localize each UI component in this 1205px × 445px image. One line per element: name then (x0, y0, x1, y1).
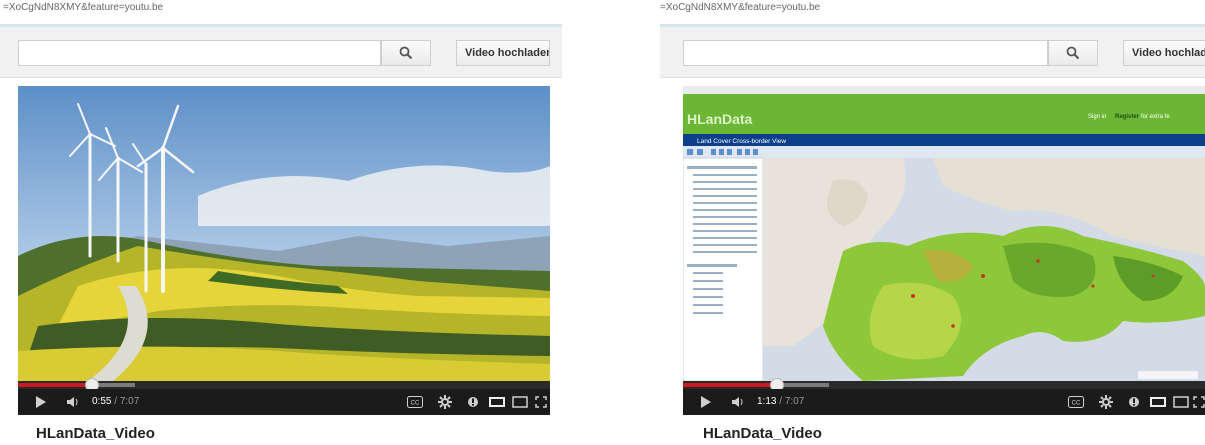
upload-video-button[interactable]: Video hochladen (1123, 40, 1205, 66)
search-icon (1066, 46, 1080, 60)
settings-button[interactable] (432, 389, 458, 415)
volume-button[interactable] (60, 389, 86, 415)
play-icon (36, 396, 46, 408)
duration: 7:07 (784, 396, 805, 407)
upload-video-button[interactable]: Video hochladen (456, 40, 550, 66)
video-title[interactable]: HLanData_Video (36, 425, 155, 442)
captions-button[interactable]: CC (402, 389, 428, 415)
video-progress-bar[interactable] (683, 378, 1205, 392)
video-title[interactable]: HLanData_Video (703, 425, 822, 442)
settings-gear-icon (1099, 395, 1113, 409)
volume-icon (732, 397, 743, 407)
search-button[interactable] (1048, 40, 1098, 66)
small-player-button[interactable] (486, 389, 508, 415)
hlandata-logo: HLanData (687, 111, 753, 127)
video-frame-wind-turbines[interactable] (18, 86, 550, 381)
svg-text:CC: CC (1072, 401, 1081, 407)
captions-icon: CC (1068, 396, 1084, 408)
captions-button[interactable]: CC (1063, 389, 1089, 415)
large-player-icon (512, 396, 528, 408)
time-separator: / (111, 396, 120, 407)
played-bar (18, 383, 93, 387)
annotations-button[interactable] (1123, 389, 1145, 415)
captions-icon: CC (407, 396, 423, 408)
small-player-icon (489, 397, 505, 407)
fullscreen-button[interactable] (1192, 389, 1205, 415)
small-player-button[interactable] (1147, 389, 1169, 415)
sign-in-link[interactable]: Sign in (1088, 114, 1106, 120)
annotations-icon (1129, 397, 1139, 407)
play-button[interactable] (691, 389, 721, 415)
search-button[interactable] (381, 40, 431, 66)
svg-text:CC: CC (411, 401, 420, 407)
settings-gear-icon (438, 395, 452, 409)
large-player-icon (1173, 396, 1189, 408)
search-input[interactable] (683, 40, 1048, 66)
fullscreen-icon (1192, 396, 1205, 408)
current-time: 0:55 (92, 396, 112, 407)
header-suffix: for extra fe (1141, 114, 1170, 120)
fullscreen-icon (535, 396, 547, 408)
time-display: 0:55 / 7:07 (92, 389, 139, 415)
address-bar-url[interactable]: =XoCgNdN8XMY&feature=youtu.be (3, 2, 403, 18)
large-player-button[interactable] (510, 389, 530, 415)
player-controls: 0:55 / 7:07 CC (18, 389, 550, 415)
play-button[interactable] (26, 389, 56, 415)
duration: 7:07 (119, 396, 140, 407)
volume-icon (67, 397, 78, 407)
time-separator: / (776, 396, 785, 407)
fullscreen-button[interactable] (532, 389, 550, 415)
small-player-icon (1150, 397, 1166, 407)
browser-panel-right: =XoCgNdN8XMY&feature=youtu.be Video hoch… (660, 0, 1205, 445)
search-input[interactable] (18, 40, 381, 66)
volume-button[interactable] (725, 389, 751, 415)
annotations-button[interactable] (462, 389, 484, 415)
embedded-breadcrumb: Land Cover Cross-border View (697, 138, 786, 145)
time-display: 1:13 / 7:07 (757, 389, 804, 415)
player-controls: 1:13 / 7:07 CC (683, 389, 1205, 415)
browser-panel-left: =XoCgNdN8XMY&feature=youtu.be Video hoch… (0, 0, 562, 445)
played-bar (683, 383, 777, 387)
settings-button[interactable] (1093, 389, 1119, 415)
register-link[interactable]: Register (1115, 114, 1140, 120)
video-progress-bar[interactable] (18, 378, 550, 392)
search-icon (399, 46, 413, 60)
play-icon (701, 396, 711, 408)
video-frame-hlandata-map[interactable]: HLanData Sign in Register for extra fe L… (683, 86, 1205, 381)
current-time: 1:13 (757, 396, 777, 407)
address-bar-url[interactable]: =XoCgNdN8XMY&feature=youtu.be (660, 2, 960, 18)
annotations-icon (468, 397, 478, 407)
large-player-button[interactable] (1171, 389, 1191, 415)
